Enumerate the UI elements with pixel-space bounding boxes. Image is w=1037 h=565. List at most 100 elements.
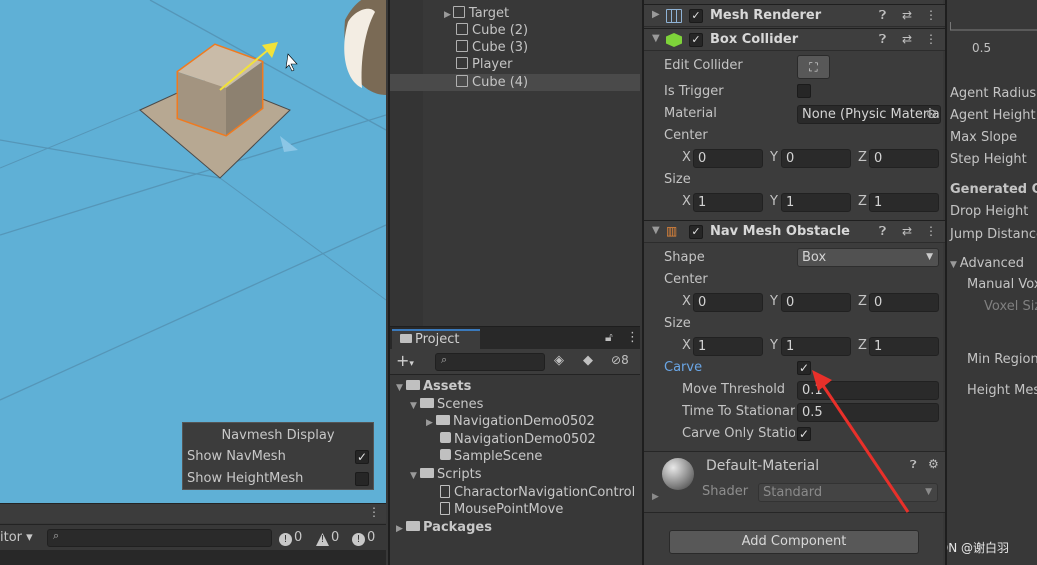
status-bar <box>0 550 386 565</box>
folder-icon <box>420 398 434 408</box>
show-heightmesh-checkbox[interactable] <box>355 472 369 486</box>
folder-icon <box>400 334 412 343</box>
expand-arrow-icon[interactable]: ▼ <box>410 398 420 415</box>
cube-icon <box>456 40 468 52</box>
folder-icon <box>420 468 434 478</box>
warning-icon: ! <box>316 533 329 546</box>
console-toolbar: itor ▾ ⌕ ! 0 ! 0 ! 0 <box>0 524 386 550</box>
navigation-bake-panel: 0.5 Agent Radius Agent Height Max Slope … <box>945 0 1037 565</box>
error-icon: ! <box>352 533 365 546</box>
console-dropdown[interactable]: itor ▾ <box>0 529 33 547</box>
max-slope-label: Max Slope <box>950 130 1018 145</box>
console-dropdown-label: itor <box>0 530 23 545</box>
hierarchy-item-selected[interactable]: Cube (4) <box>390 74 640 91</box>
inspector-panel: ▶ ✓ Mesh Renderer ❓︎ ⇄ ⋮ ▼ ✓ Box Collide… <box>642 0 945 565</box>
cube-icon <box>456 23 468 35</box>
hierarchy-item-label: Target <box>468 6 510 21</box>
slider-track[interactable] <box>950 29 1037 31</box>
info-count-toggle[interactable]: ! 0 <box>279 529 302 547</box>
search-icon: ⌕ <box>441 353 448 366</box>
tree-item-sample-scene[interactable]: SampleScene <box>440 448 542 465</box>
step-height-label: Step Height <box>950 152 1027 167</box>
tree-item-label: NavigationDemo0502 <box>454 432 596 447</box>
unity-scene-icon <box>440 432 451 443</box>
hierarchy-item-label: Player <box>472 57 513 72</box>
tab-project[interactable]: Project <box>392 329 480 350</box>
tree-item-script[interactable]: MousePointMove <box>440 501 563 518</box>
tree-item-label: Scenes <box>437 397 484 412</box>
tree-item-assets[interactable]: ▼ Assets <box>396 378 471 395</box>
hidden-packages-toggle[interactable]: ⊘8 <box>611 353 629 367</box>
folder-icon <box>436 415 450 425</box>
project-tab-bar: Project 🔓︎ ⋮ <box>390 327 640 350</box>
jump-distance-label: Jump Distance <box>950 227 1037 242</box>
generated-offmesh-heading: Generated Off <box>950 182 1037 197</box>
tab-project-label: Project <box>415 332 460 347</box>
hierarchy-item-label: Cube (4) <box>472 75 529 90</box>
hidden-count: 8 <box>621 353 629 367</box>
tree-item-label: MousePointMove <box>454 502 564 517</box>
voxel-size-label: Voxel Size <box>984 299 1037 314</box>
tree-item-scene-file[interactable]: NavigationDemo0502 <box>440 431 596 448</box>
console-search-input[interactable]: ⌕ <box>47 529 272 547</box>
scene-view[interactable]: Navmesh Display Show NavMesh ✓ Show Heig… <box>0 0 386 503</box>
agent-height-label: Agent Height <box>950 108 1036 123</box>
show-navmesh-checkbox[interactable]: ✓ <box>355 450 369 464</box>
show-navmesh-label: Show NavMesh <box>187 449 286 464</box>
height-mesh-label: Height Mesh <box>967 383 1037 398</box>
expand-arrow-icon[interactable]: ▶ <box>444 10 451 20</box>
project-search-input[interactable]: ⌕ <box>435 353 545 371</box>
create-button[interactable]: +▾ <box>396 351 414 370</box>
expand-arrow-icon[interactable]: ▼ <box>410 468 420 485</box>
info-count: 0 <box>294 530 303 545</box>
drop-height-label: Drop Height <box>950 204 1029 219</box>
tree-item-scripts[interactable]: ▼ Scripts <box>410 466 481 483</box>
tree-item-label: Assets <box>423 379 472 394</box>
project-toolbar: +▾ ⌕ ◈ ◆ ⊘8 <box>390 349 640 375</box>
cube-icon <box>456 75 468 87</box>
gameobject-icon <box>452 6 465 18</box>
expand-arrow-icon[interactable]: ▶ <box>426 415 436 432</box>
hierarchy-item[interactable]: Player <box>456 56 670 73</box>
filter-by-type-icon[interactable]: ◈ <box>554 353 564 368</box>
tree-item-label: SampleScene <box>454 449 543 464</box>
csharp-script-icon <box>440 502 450 515</box>
tree-item-scenes[interactable]: ▼ Scenes <box>410 396 483 413</box>
show-navmesh-row[interactable]: Show NavMesh ✓ <box>187 447 371 467</box>
info-icon: ! <box>279 533 292 546</box>
min-region-label: Min Region <box>967 352 1037 367</box>
warning-count-toggle[interactable]: ! 0 <box>316 529 339 547</box>
slider-tick <box>950 22 951 30</box>
cube-icon <box>456 57 468 69</box>
folder-icon <box>406 380 420 390</box>
hierarchy-item[interactable]: Cube (2) <box>456 22 670 39</box>
error-count-toggle[interactable]: ! 0 <box>352 529 375 547</box>
error-count: 0 <box>367 530 376 545</box>
hierarchy-gutter <box>390 0 423 326</box>
advanced-label: Advanced <box>959 256 1025 271</box>
tree-item-label: CharactorNavigationControl <box>454 485 636 500</box>
advanced-foldout[interactable]: ▼ Advanced <box>950 255 1024 273</box>
expand-arrow-icon[interactable]: ▶ <box>396 521 406 538</box>
tree-item-scene-folder[interactable]: ▶ NavigationDemo0502 <box>426 413 595 430</box>
more-menu-icon[interactable]: ⋮ <box>626 330 639 345</box>
lock-icon[interactable]: 🔓︎ <box>605 330 613 345</box>
panel-divider-bar: ⋮ <box>0 503 386 523</box>
show-heightmesh-label: Show HeightMesh <box>187 471 304 486</box>
annotation-arrow <box>812 370 910 513</box>
expand-arrow-icon[interactable]: ▼ <box>396 380 406 397</box>
csharp-script-icon <box>440 485 450 498</box>
hierarchy-item[interactable]: ▶ Target <box>444 5 658 22</box>
show-heightmesh-row[interactable]: Show HeightMesh <box>187 469 371 489</box>
filter-by-label-icon[interactable]: ◆ <box>583 353 593 368</box>
hierarchy-item[interactable]: Cube (3) <box>456 39 670 56</box>
hierarchy-item-label: Cube (3) <box>472 40 529 55</box>
project-panel: Project 🔓︎ ⋮ +▾ ⌕ ◈ ◆ ⊘8 ▼ Assets ▼ Scenes… <box>388 326 640 565</box>
watermark-text: CSDN @谢白羽 <box>947 541 1010 555</box>
manual-voxel-label: Manual Voxel <box>967 277 1037 292</box>
more-menu-icon[interactable]: ⋮ <box>368 505 380 519</box>
slider-value: 0.5 <box>972 41 992 55</box>
tree-item-script[interactable]: CharactorNavigationControl <box>440 484 635 501</box>
tree-item-label: NavigationDemo0502 <box>453 414 595 429</box>
tree-item-packages[interactable]: ▶ Packages <box>396 519 492 536</box>
